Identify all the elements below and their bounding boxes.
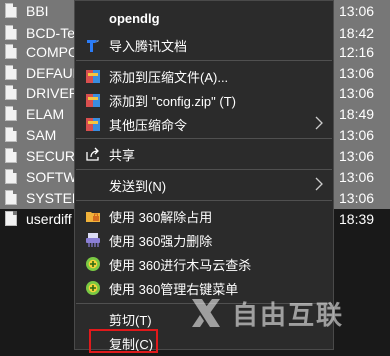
file-icon [5,148,17,163]
file-icon [5,85,17,100]
menu-item-label: 剪切(T) [109,313,152,328]
menu-item-360-unlock[interactable]: 使用 360解除占用 [75,203,333,229]
file-icon [5,44,17,59]
menu-item-label: 发送到(N) [109,179,167,194]
folder-lock-icon [86,212,100,222]
menu-item-label: 添加到压缩文件(A)... [109,70,229,85]
share-icon [86,147,99,161]
menu-item-other-compress[interactable]: 其他压缩命令 [75,111,333,137]
file-time: 13:06 [339,148,375,164]
shredder-icon [86,233,100,247]
menu-item-label: 其他压缩命令 [109,118,188,133]
file-icon [5,169,17,184]
menu-item-tencent-docs[interactable]: 导入腾讯文档 [75,32,333,58]
file-icon [5,25,17,40]
menu-item-label: 使用 360进行木马云查杀 [109,258,252,273]
watermark: 自由互联 [188,288,388,338]
menu-header[interactable]: opendlg [75,7,333,33]
menu-item-add-archive[interactable]: 添加到压缩文件(A)... [75,63,333,89]
file-name: BBI [26,3,49,19]
file-time: 13:06 [339,85,375,101]
menu-item-send-to[interactable]: 发送到(N) [75,172,333,198]
menu-item-label: 共享 [109,148,136,163]
file-icon [5,211,17,226]
file-time: 18:42 [339,25,375,41]
file-time: 13:06 [339,190,375,206]
menu-item-label: 使用 360强力删除 [109,234,213,249]
chevron-right-icon [315,177,323,191]
file-time: 12:16 [339,44,375,60]
x-logo-icon [192,299,220,327]
file-time: 18:49 [339,106,375,122]
file-name: ELAM [26,106,65,122]
360-security-icon [86,257,100,271]
file-icon [5,3,17,18]
menu-separator [76,169,332,170]
menu-separator [76,60,332,61]
file-name: userdiff [26,211,72,227]
file-name: SAM [26,127,57,143]
menu-item-360-force-delete[interactable]: 使用 360强力删除 [75,227,333,253]
menu-header-label: opendlg [109,11,160,26]
menu-item-add-zip[interactable]: 添加到 "config.zip" (T) [75,87,333,113]
archive-icon [86,118,100,131]
menu-item-label: 使用 360解除占用 [109,210,213,225]
file-time: 18:39 [339,211,375,227]
menu-item-label: 导入腾讯文档 [109,39,188,54]
file-icon [5,65,17,80]
menu-item-360-trojan-scan[interactable]: 使用 360进行木马云查杀 [75,251,333,277]
tencent-docs-icon [87,40,99,52]
menu-separator [76,200,332,201]
menu-item-label: 添加到 "config.zip" (T) [109,94,236,109]
menu-separator [76,138,332,139]
360-security-icon [86,281,100,295]
file-icon [5,127,17,142]
menu-item-share[interactable]: 共享 [75,141,333,167]
file-time: 13:06 [339,3,375,19]
file-time: 13:06 [339,169,375,185]
file-time: 13:06 [339,65,375,81]
file-icon [5,190,17,205]
archive-icon [86,70,100,83]
watermark-text: 自由互联 [232,299,345,330]
copy-highlight-box [89,329,158,353]
archive-icon [86,94,100,107]
file-icon [5,106,17,121]
chevron-right-icon [315,116,323,130]
file-time: 13:06 [339,127,375,143]
